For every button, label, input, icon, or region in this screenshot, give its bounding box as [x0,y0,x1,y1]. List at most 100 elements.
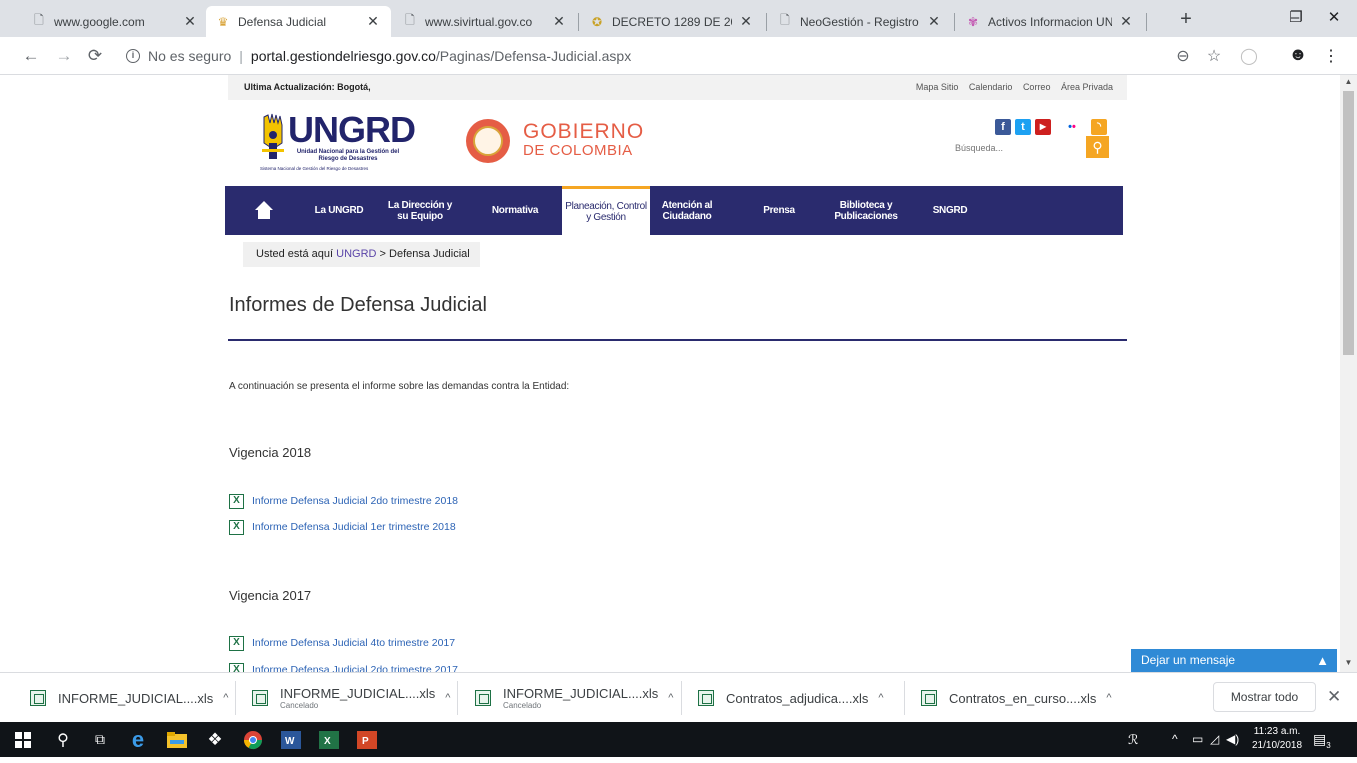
zoom-icon[interactable]: ⊖ [1172,46,1194,66]
forward-icon[interactable]: → [53,45,75,67]
volume-icon[interactable]: ◀) [1226,722,1239,757]
profile-icon[interactable]: ☻ [1287,44,1309,65]
tab-close-icon[interactable]: ✕ [926,13,942,30]
document-link-label[interactable]: Informe Defensa Judicial 4to trimestre 2… [252,637,455,649]
breadcrumb: Usted está aquí UNGRD > Defensa Judicial [243,242,480,267]
chevron-up-icon[interactable]: ^ [878,692,883,704]
tab-close-icon[interactable]: ✕ [1118,13,1134,30]
wifi-icon[interactable]: ◿ [1210,722,1219,757]
tab-defensa-judicial[interactable]: ♛ Defensa Judicial ✕ [206,6,391,37]
last-update-text: Ultima Actualización: Bogotá, [244,82,371,92]
url-host: portal.gestiondelriesgo.gov.co [250,48,436,64]
download-separator [235,681,236,715]
tab-close-icon[interactable]: ✕ [365,13,381,30]
flickr-icon[interactable]: •• [1064,119,1080,135]
scrollbar-thumb[interactable] [1343,91,1354,355]
chat-widget[interactable]: Dejar un mensaje ▲ [1131,649,1337,672]
nav-item-prensa[interactable]: Prensa [749,186,809,235]
tab-label: www.sivirtual.gov.co [425,14,533,29]
nav-item-la-ungrd[interactable]: La UNGRD [308,186,370,235]
tab-sivirtual[interactable]: 🗋 www.sivirtual.gov.co ✕ [393,6,577,37]
battery-icon[interactable]: ▭ [1192,722,1203,757]
new-tab-button[interactable]: + [1174,8,1198,31]
menu-icon[interactable]: ⋮ [1320,46,1342,66]
notifications-icon[interactable]: ▤3 [1313,722,1331,757]
breadcrumb-prefix: Usted está aquí [256,248,334,260]
tab-decreto[interactable]: ✪ DECRETO 1289 DE 2018 ✕ [580,6,764,37]
site-search-input[interactable] [953,138,1063,158]
excel-icon[interactable]: X [314,726,344,753]
nav-item-normativa[interactable]: Normativa [484,186,546,235]
topbar-link-correo[interactable]: Correo [1023,82,1051,92]
back-icon[interactable]: ← [20,45,42,67]
download-item[interactable]: INFORME_JUDICIAL....xls Cancelado ^ [252,673,450,723]
tab-activos[interactable]: ✾ Activos Informacion UN ✕ [956,6,1144,37]
download-separator [904,681,905,715]
topbar-link-area-privada[interactable]: Área Privada [1061,82,1113,92]
chevron-up-icon[interactable]: ^ [1172,722,1178,757]
tab-close-icon[interactable]: ✕ [738,13,754,30]
tab-close-icon[interactable]: ✕ [182,13,198,30]
document-link-label[interactable]: Informe Defensa Judicial 2do trimestre 2… [252,664,458,672]
edge-icon[interactable]: e [123,726,153,753]
powerpoint-icon[interactable]: P [352,726,382,753]
download-item[interactable]: INFORME_JUDICIAL....xls ^ [30,673,228,723]
document-link[interactable]: X Informe Defensa Judicial 1er trimestre… [229,519,456,535]
download-separator [681,681,682,715]
house-icon[interactable] [254,200,274,220]
chevron-up-icon[interactable]: ^ [668,692,673,704]
chevron-up-icon[interactable]: ^ [223,692,228,704]
topbar-link-calendario[interactable]: Calendario [969,82,1013,92]
tab-neogestion[interactable]: 🗋 NeoGestión - Registro ✕ [768,6,952,37]
rss-icon[interactable]: ◝ [1091,119,1107,135]
extension-icon[interactable]: ◯ [1238,46,1260,66]
site-search-box [953,138,1086,158]
info-icon[interactable]: i [126,49,140,63]
windows-start-icon[interactable] [8,726,38,753]
topbar-link-mapa[interactable]: Mapa Sitio [916,82,959,92]
search-icon[interactable]: ⚲ [1086,136,1109,158]
address-bar[interactable]: i No es seguro | portal.gestiondelriesgo… [126,45,631,67]
bookmark-star-icon[interactable]: ☆ [1203,46,1225,66]
facebook-icon[interactable]: f [995,119,1011,135]
close-window-button[interactable]: ✕ [1311,4,1357,32]
word-icon[interactable]: W [276,726,306,753]
system-clock[interactable]: 11:23 a.m. 21/10/2018 [1252,725,1302,753]
chrome-icon[interactable] [238,726,268,753]
scroll-down-arrow-icon[interactable]: ▼ [1340,658,1357,667]
breadcrumb-link-ungrd[interactable]: UNGRD [336,248,376,260]
gobierno-colombia-logo[interactable]: GOBIERNO DE COLOMBIA [466,119,656,163]
file-explorer-icon[interactable] [162,726,192,753]
tab-close-icon[interactable]: ✕ [551,13,567,30]
show-all-downloads-button[interactable]: Mostrar todo [1213,682,1316,712]
scroll-up-arrow-icon[interactable]: ▲ [1340,77,1357,86]
twitter-icon[interactable]: t [1015,119,1031,135]
dropbox-icon[interactable]: ❖ [200,726,230,753]
youtube-icon[interactable]: ▶ [1035,119,1051,135]
chevron-up-icon[interactable]: ▲ [1316,649,1329,672]
intro-text: A continuación se presenta el informe so… [229,381,570,392]
document-link[interactable]: X Informe Defensa Judicial 2do trimestre… [229,493,458,509]
nav-item-atencion[interactable]: Atención al Ciudadano [657,186,717,235]
download-item[interactable]: Contratos_adjudica....xls ^ [698,673,884,723]
ungrd-logo[interactable]: UNGRD Unidad Nacional para la Gestión de… [260,111,416,173]
document-link[interactable]: X Informe Defensa Judicial 2do trimestre… [229,662,458,672]
nav-item-sngrd[interactable]: SNGRD [929,186,971,235]
reload-icon[interactable]: ⟳ [84,45,106,67]
nav-item-planeacion[interactable]: Planeación, Control y Gestión [562,186,650,235]
search-icon[interactable]: ⚲ [48,726,78,753]
task-view-icon[interactable]: ⧉ [85,726,115,753]
document-link[interactable]: X Informe Defensa Judicial 4to trimestre… [229,635,455,651]
tab-google[interactable]: 🗋 www.google.com ✕ [22,6,208,37]
document-link-label[interactable]: Informe Defensa Judicial 2do trimestre 2… [252,495,458,507]
nav-item-direccion[interactable]: La Dirección y su Equipo [385,186,455,235]
chevron-up-icon[interactable]: ^ [445,692,450,704]
document-link-label[interactable]: Informe Defensa Judicial 1er trimestre 2… [252,521,456,533]
page-scrollbar[interactable]: ▲ ▼ [1340,75,1357,672]
chevron-up-icon[interactable]: ^ [1106,692,1111,704]
people-icon[interactable]: ℛ [1128,722,1138,757]
download-item[interactable]: Contratos_en_curso....xls ^ [921,673,1112,723]
nav-item-biblioteca[interactable]: Biblioteca y Publicaciones [828,186,904,235]
download-item[interactable]: INFORME_JUDICIAL....xls Cancelado ^ [475,673,673,723]
close-icon[interactable]: ✕ [1327,687,1341,707]
